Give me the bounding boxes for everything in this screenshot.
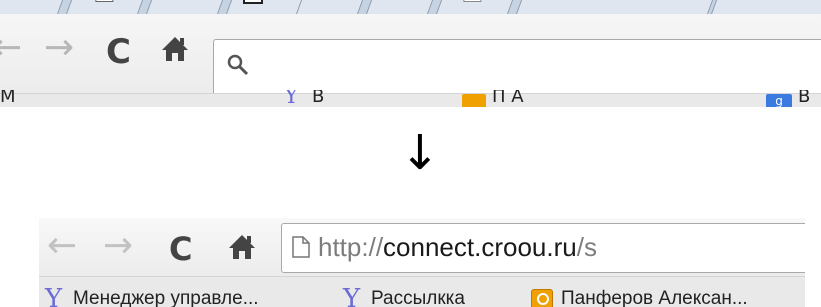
odnoklassniki-icon [462, 94, 486, 107]
bookmark-item-manager[interactable]: Менеджер управле... [73, 287, 259, 307]
forward-arrow-icon[interactable]: → [103, 228, 133, 264]
bookmark-item-panferov[interactable]: Панферов Алексан... [561, 287, 748, 307]
url-host: connect.croou.ru [383, 232, 577, 262]
reload-icon[interactable]: C [106, 32, 131, 72]
yandex-icon: Y [343, 284, 361, 307]
bookmark-label[interactable]: В [312, 90, 324, 104]
forward-arrow-icon[interactable]: → [44, 30, 74, 66]
odnoklassniki-icon [531, 289, 553, 307]
search-icon [227, 54, 249, 76]
address-bar[interactable]: http://connect.croou.ru/s [281, 223, 805, 273]
url-text[interactable]: http://connect.croou.ru/s [318, 231, 597, 263]
home-icon[interactable] [160, 34, 190, 71]
back-arrow-icon[interactable]: ← [47, 228, 77, 264]
home-icon [162, 37, 188, 61]
before-browser-crop: ← → C M Y В П А g В [0, 0, 821, 107]
page-icon [292, 236, 310, 258]
bookmark-label[interactable]: П А [492, 90, 524, 104]
reload-icon[interactable]: C [169, 230, 192, 268]
url-path: /s [576, 232, 597, 262]
yandex-icon: Y [45, 284, 63, 307]
home-icon[interactable] [227, 232, 257, 266]
page-icon [95, 0, 114, 2]
url-scheme: http:// [318, 232, 384, 262]
bookmarks-bar: Y Менеджер управле... Y Рассылкка Панфер… [39, 276, 805, 307]
bookmarks-bar: M Y В П А g В [0, 90, 821, 107]
yandex-icon: Y [284, 90, 299, 104]
bookmark-item-newsletter[interactable]: Рассылкка [371, 287, 465, 307]
home-icon [229, 235, 255, 259]
browser-toolbar: ← → C [0, 14, 821, 98]
bookmark-item[interactable]: M [0, 90, 16, 104]
after-browser-crop: ← → C http://connect.croou.ru/s Y Менедж… [39, 218, 805, 307]
transition-arrow: ↓ [399, 125, 441, 181]
page-icon [463, 0, 482, 2]
tab-favicon [243, 0, 264, 4]
tab-strip [0, 0, 821, 16]
back-arrow-icon[interactable]: ← [0, 30, 22, 66]
google-icon: g [766, 94, 792, 107]
browser-toolbar: ← → C http://connect.croou.ru/s [39, 218, 805, 276]
bookmark-label[interactable]: В [798, 90, 810, 104]
